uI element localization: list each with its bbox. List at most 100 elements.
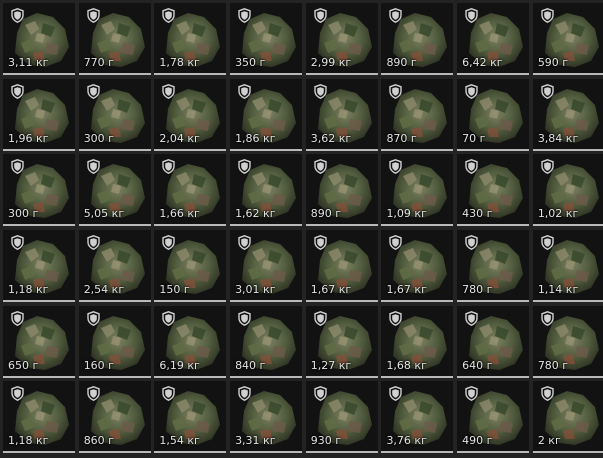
item-weight-label: 160 г (83, 358, 114, 372)
item-weight-label: 650 г (8, 358, 39, 372)
item-weight-label: 890 г (386, 56, 417, 69)
inventory-slot[interactable]: 160 г (78, 305, 151, 378)
inventory-slot[interactable]: 1,09 кг (381, 154, 454, 227)
item-weight-label: 2,54 кг (83, 283, 125, 297)
inventory-slot[interactable]: 870 г (381, 78, 454, 151)
inventory-slot[interactable]: 3,31 кг (230, 381, 303, 454)
inventory-slot[interactable]: 1,67 кг (381, 230, 454, 303)
inventory-grid: 3,11 кг 770 г 1,78 кг 350 г 2,99 кг 890 … (3, 3, 603, 454)
shield-icon (86, 386, 100, 402)
shield-icon (238, 235, 251, 251)
shield-icon (238, 310, 251, 326)
inventory-slot[interactable]: 780 г (457, 230, 530, 303)
item-weight-label: 2,04 кг (159, 131, 200, 145)
inventory-slot[interactable]: 1,54 кг (154, 381, 227, 454)
item-weight-label: 150 г (159, 283, 190, 297)
inventory-slot[interactable]: 590 г (532, 3, 603, 75)
inventory-slot[interactable]: 840 г (230, 305, 303, 378)
shield-icon (162, 386, 176, 402)
shield-icon (11, 159, 24, 175)
inventory-slot[interactable]: 350 г (230, 3, 303, 75)
item-weight-label: 2 кг (537, 434, 561, 448)
inventory-slot[interactable]: 890 г (381, 3, 454, 75)
inventory-slot[interactable]: 3,62 кг (305, 78, 378, 151)
inventory-slot[interactable]: 430 г (457, 154, 530, 227)
shield-icon (11, 310, 24, 326)
inventory-slot[interactable]: 1,86 кг (230, 78, 303, 151)
shield-icon (86, 8, 100, 23)
inventory-slot[interactable]: 150 г (154, 230, 227, 303)
inventory-slot[interactable]: 1,62 кг (230, 154, 303, 227)
inventory-slot[interactable]: 1,66 кг (154, 154, 227, 227)
inventory-slot[interactable]: 5,05 кг (78, 154, 151, 227)
inventory-slot[interactable]: 640 г (457, 305, 530, 378)
inventory-slot[interactable]: 3,76 кг (381, 381, 454, 454)
inventory-slot[interactable]: 1,67 кг (305, 230, 378, 303)
shield-icon (389, 159, 403, 175)
inventory-slot[interactable]: 6,42 кг (457, 3, 530, 75)
inventory-slot[interactable]: 1,18 кг (3, 381, 75, 454)
item-weight-label: 3,76 кг (386, 434, 427, 448)
inventory-slot[interactable]: 770 г (78, 3, 151, 75)
inventory-slot[interactable]: 1,68 кг (381, 305, 454, 378)
shield-icon (86, 235, 100, 251)
item-weight-label: 1,02 кг (537, 207, 579, 221)
item-weight-label: 3,62 кг (310, 131, 352, 145)
shield-icon (465, 386, 478, 402)
inventory-slot[interactable]: 2,54 кг (78, 230, 151, 303)
item-weight-label: 70 г (462, 131, 486, 145)
inventory-slot[interactable]: 6,19 кг (154, 305, 227, 378)
inventory-slot[interactable]: 300 г (78, 78, 151, 151)
inventory-slot[interactable]: 490 г (457, 381, 530, 454)
item-weight-label: 780 г (462, 283, 493, 297)
shield-icon (314, 83, 327, 99)
inventory-slot[interactable]: 890 г (305, 154, 378, 227)
shield-icon (238, 386, 251, 402)
shield-icon (541, 159, 554, 175)
item-weight-label: 1,67 кг (386, 283, 427, 297)
inventory-slot[interactable]: 860 г (78, 381, 151, 454)
item-weight-label: 640 г (462, 358, 493, 372)
inventory-slot[interactable]: 1,02 кг (532, 154, 603, 227)
inventory-slot[interactable]: 1,96 кг (3, 78, 75, 151)
shield-icon (465, 235, 478, 251)
item-weight-label: 3,01 кг (235, 283, 276, 297)
inventory-slot[interactable]: 1,27 кг (305, 305, 378, 378)
shield-icon (314, 8, 327, 23)
inventory-slot[interactable]: 2,99 кг (305, 3, 378, 75)
inventory-slot[interactable]: 930 г (305, 381, 378, 454)
item-weight-label: 430 г (462, 207, 493, 221)
inventory-slot[interactable]: 1,78 кг (154, 3, 227, 75)
inventory-slot[interactable]: 70 г (457, 78, 530, 151)
item-weight-label: 1,67 кг (310, 283, 352, 297)
shield-icon (465, 310, 478, 326)
item-weight-label: 6,19 кг (159, 358, 200, 372)
inventory-slot[interactable]: 2 кг (532, 381, 603, 454)
shield-icon (541, 310, 554, 326)
shield-icon (11, 83, 24, 99)
shield-icon (162, 235, 176, 251)
shield-icon (162, 159, 176, 175)
shield-icon (389, 235, 403, 251)
inventory-slot[interactable]: 1,18 кг (3, 230, 75, 303)
inventory-slot[interactable]: 3,84 кг (532, 78, 603, 151)
item-weight-label: 3,11 кг (8, 56, 49, 69)
inventory-slot[interactable]: 3,11 кг (3, 3, 75, 75)
shield-icon (465, 8, 478, 23)
inventory-slot[interactable]: 300 г (3, 154, 75, 227)
inventory-slot[interactable]: 2,04 кг (154, 78, 227, 151)
item-weight-label: 1,14 кг (537, 283, 579, 297)
inventory-slot[interactable]: 1,14 кг (532, 230, 603, 303)
inventory-slot[interactable]: 650 г (3, 305, 75, 378)
shield-icon (389, 386, 403, 402)
item-weight-label: 1,09 кг (386, 207, 427, 221)
inventory-slot[interactable]: 3,01 кг (230, 230, 303, 303)
item-weight-label: 590 г (537, 56, 569, 69)
inventory-slot[interactable]: 780 г (532, 305, 603, 378)
item-weight-label: 890 г (310, 207, 342, 221)
shield-icon (162, 310, 176, 326)
item-weight-label: 1,96 кг (8, 131, 49, 145)
item-weight-label: 2,99 кг (310, 56, 352, 69)
shield-icon (238, 8, 251, 23)
shield-icon (86, 310, 100, 326)
